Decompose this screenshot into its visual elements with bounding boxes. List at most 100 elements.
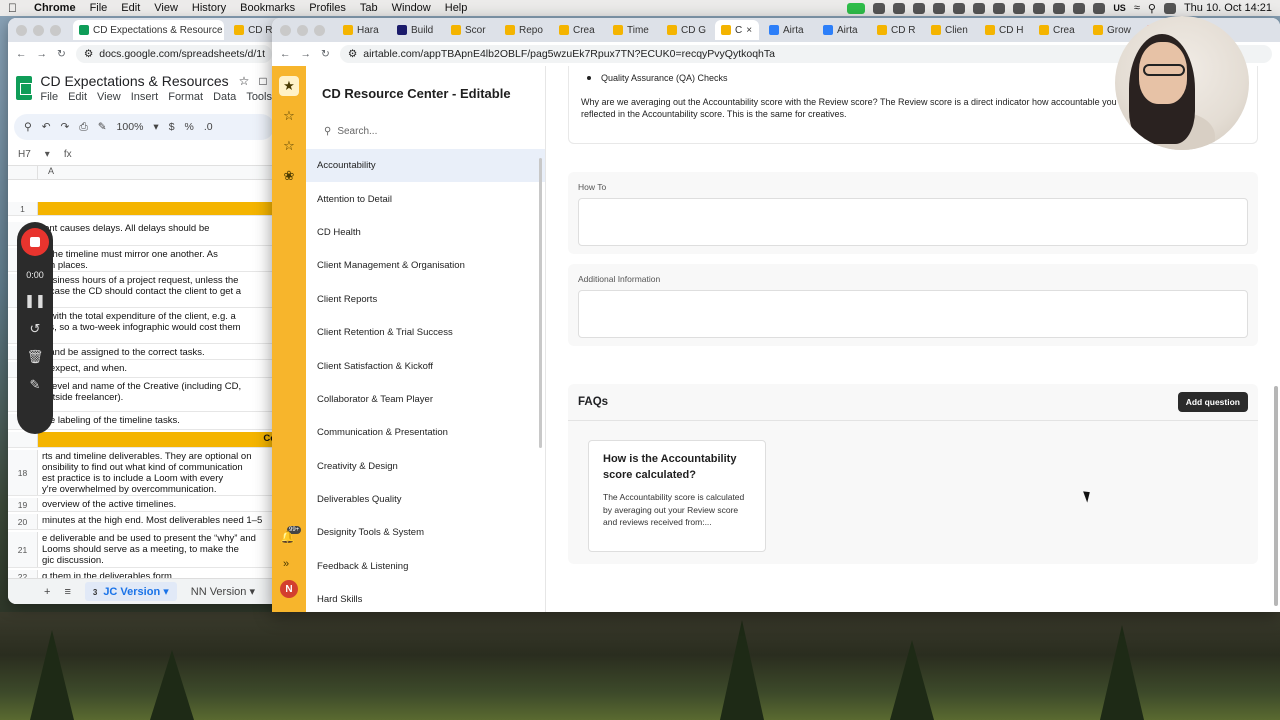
- table-cell[interactable]: n with the total expenditure of the clie…: [38, 310, 245, 343]
- zoom-window-button[interactable]: [50, 24, 61, 36]
- home-star-icon[interactable]: ★: [279, 76, 299, 96]
- browser-tab[interactable]: C ×: [715, 20, 759, 40]
- row-number[interactable]: [8, 432, 38, 447]
- sidebar-item[interactable]: Client Management & Organisation: [306, 249, 545, 282]
- table-cell[interactable]: minutes at the high end. Most deliverabl…: [38, 514, 266, 529]
- close-tab-icon[interactable]: ×: [746, 25, 752, 36]
- table-cell[interactable]: ient causes delays. All delays should be…: [38, 222, 213, 245]
- sidebar-item[interactable]: Feedback & Listening: [306, 550, 545, 583]
- table-cell[interactable]: n the timeline must mirror one another. …: [38, 248, 222, 271]
- tray-app-icon[interactable]: [973, 2, 986, 14]
- apple-icon[interactable]: : [8, 1, 20, 15]
- stop-recording-button[interactable]: [21, 228, 49, 256]
- table-cell[interactable]: the labeling of the timeline tasks.: [38, 414, 184, 429]
- table-row[interactable]: 21 e deliverable and be used to present t…: [8, 532, 280, 568]
- site-info-icon[interactable]: ⚙: [84, 48, 93, 60]
- expand-sidebar-icon[interactable]: »: [283, 558, 289, 570]
- sidebar-item[interactable]: Client Retention & Trial Success: [306, 316, 545, 349]
- additional-information-field[interactable]: [578, 290, 1248, 338]
- trash-icon[interactable]: 🗑: [27, 350, 44, 364]
- browser-tab[interactable]: CD R: [871, 20, 921, 40]
- sidebar-scrollbar[interactable]: [539, 158, 542, 448]
- wifi-icon[interactable]: ≈: [1134, 2, 1140, 14]
- minimize-window-button[interactable]: [297, 24, 308, 36]
- forward-icon[interactable]: →: [301, 48, 312, 60]
- sidebar-item[interactable]: Deliverables Quality: [306, 483, 545, 516]
- sheets-menu-view[interactable]: View: [97, 91, 121, 103]
- table-row[interactable]: Co: [8, 432, 280, 448]
- browser-tab[interactable]: Airta: [763, 20, 813, 40]
- menu-bookmarks[interactable]: Bookmarks: [240, 2, 295, 14]
- browser-tab[interactable]: Grow: [1087, 20, 1137, 40]
- select-all-corner[interactable]: [8, 166, 38, 179]
- close-window-button[interactable]: [280, 24, 291, 36]
- browser-tab[interactable]: Scor: [445, 20, 495, 40]
- column-a-header[interactable]: A: [38, 166, 54, 179]
- browser-tab[interactable]: CD Expectations & Resource ×: [73, 20, 225, 40]
- add-question-button[interactable]: Add question: [1177, 392, 1248, 412]
- sheets-menu-tools[interactable]: Tools: [246, 91, 272, 103]
- browser-tab[interactable]: Clien: [925, 20, 975, 40]
- bell-icon[interactable]: 🔔: [280, 530, 295, 544]
- restart-icon[interactable]: ↺: [30, 322, 41, 336]
- browser-tab[interactable]: Crea: [1033, 20, 1083, 40]
- site-info-icon[interactable]: ⚙: [348, 48, 357, 60]
- browser-tab[interactable]: CD H: [979, 20, 1029, 40]
- browser-tab[interactable]: Airta: [817, 20, 867, 40]
- sidebar-item[interactable]: Client Reports: [306, 283, 545, 316]
- menu-help[interactable]: Help: [445, 2, 468, 14]
- sidebar-item[interactable]: Client Satisfaction & Kickoff: [306, 349, 545, 382]
- sheets-menu-file[interactable]: File: [40, 91, 58, 103]
- sidebar-item[interactable]: Collaborator & Team Player: [306, 383, 545, 416]
- tray-app-icon[interactable]: [893, 2, 906, 14]
- table-cell[interactable]: e deliverable and be used to present the…: [38, 532, 260, 567]
- clock[interactable]: Thu 10. Oct 14:21: [1184, 2, 1272, 14]
- sidebar-item[interactable]: Designity Tools & System: [306, 516, 545, 549]
- table-cell[interactable]: s and be assigned to the correct tasks.: [38, 346, 209, 359]
- row-number[interactable]: 18: [8, 450, 38, 495]
- url-field[interactable]: ⚙ docs.google.com/spreadsheets/d/1t: [75, 45, 272, 63]
- sidebar-item[interactable]: Creativity & Design: [306, 450, 545, 483]
- table-cell[interactable]: e level and name of the Creative (includ…: [38, 380, 245, 411]
- table-cell[interactable]: overview of the active timelines.: [38, 498, 180, 511]
- reload-icon[interactable]: ↻: [57, 48, 66, 60]
- browser-tab[interactable]: Crea: [553, 20, 603, 40]
- bluetooth-icon[interactable]: [1073, 2, 1086, 14]
- row-number[interactable]: 21: [8, 532, 38, 567]
- webcam-bubble[interactable]: [1115, 16, 1249, 150]
- browser-tab[interactable]: Time: [607, 20, 657, 40]
- sidebar-item[interactable]: Attention to Detail: [306, 182, 545, 215]
- star-icon[interactable]: ☆: [279, 136, 299, 156]
- currency-format-button[interactable]: $: [169, 121, 175, 133]
- sheets-menu-edit[interactable]: Edit: [68, 91, 87, 103]
- tray-app-icon[interactable]: [873, 2, 886, 14]
- tray-app-icon[interactable]: [993, 2, 1006, 14]
- document-title[interactable]: CD Expectations & Resources: [40, 73, 228, 89]
- table-row[interactable]: 20 minutes at the high end. Most delivera…: [8, 514, 280, 530]
- close-window-button[interactable]: [16, 24, 27, 36]
- sheet-tab-nn-version[interactable]: NN Version ▾: [191, 585, 255, 598]
- main-scrollbar[interactable]: [1274, 386, 1278, 606]
- forward-icon[interactable]: →: [37, 48, 48, 60]
- star-icon[interactable]: ☆: [239, 74, 250, 88]
- sidebar-item[interactable]: Accountability: [306, 149, 545, 183]
- sheets-logo-icon[interactable]: [16, 76, 33, 100]
- row-number[interactable]: 20: [8, 514, 38, 529]
- menu-tab[interactable]: Tab: [360, 2, 378, 14]
- redo-icon[interactable]: ↷: [61, 121, 70, 133]
- star-icon[interactable]: ☆: [279, 106, 299, 126]
- search-menus-icon[interactable]: ⚲: [24, 121, 32, 133]
- minimize-window-button[interactable]: [33, 24, 44, 36]
- search-input[interactable]: ⚲ Search...: [316, 119, 535, 143]
- menu-profiles[interactable]: Profiles: [309, 2, 346, 14]
- sheets-menu-data[interactable]: Data: [213, 91, 236, 103]
- move-folder-icon[interactable]: □: [259, 74, 266, 88]
- menu-history[interactable]: History: [192, 2, 226, 14]
- browser-tab[interactable]: CD G: [661, 20, 711, 40]
- print-icon[interactable]: ⎙: [79, 121, 87, 134]
- decrease-decimal-button[interactable]: .0: [204, 121, 213, 133]
- chevron-down-icon[interactable]: ▾: [153, 121, 158, 133]
- app-icon[interactable]: ❀: [279, 166, 299, 186]
- battery-icon[interactable]: [1093, 2, 1106, 14]
- menu-edit[interactable]: Edit: [121, 2, 140, 14]
